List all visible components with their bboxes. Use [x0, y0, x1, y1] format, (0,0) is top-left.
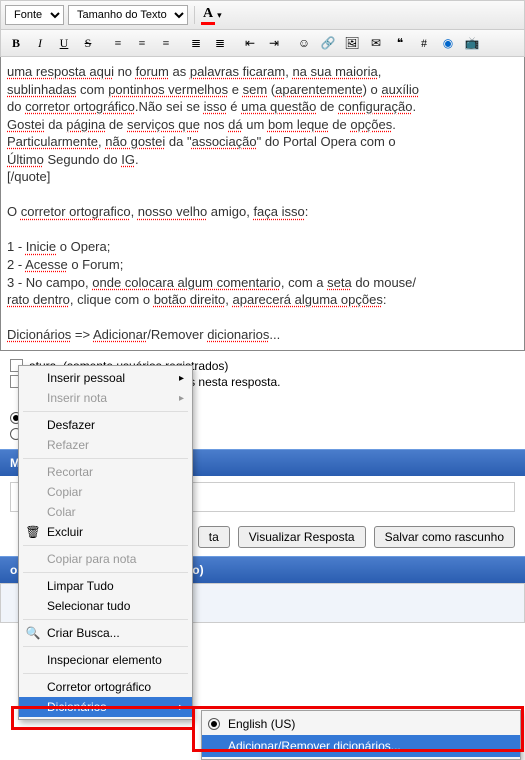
unordered-list-button[interactable]: ≣ — [211, 34, 229, 52]
tv-button[interactable]: 📺 — [463, 34, 481, 52]
menu-create-search[interactable]: 🔍Criar Busca... — [19, 623, 192, 643]
italic-button[interactable]: I — [31, 34, 49, 52]
link-button[interactable]: 🔗 — [319, 34, 337, 52]
size-select[interactable]: Tamanho do Texto — [68, 5, 188, 25]
submit-button[interactable]: ta — [198, 526, 230, 548]
selected-radio-icon — [208, 718, 220, 730]
strike-button[interactable]: S — [79, 34, 97, 52]
bold-button[interactable]: B — [7, 34, 25, 52]
menu-copy-note[interactable]: Copiar para nota — [19, 549, 192, 569]
align-left-button[interactable]: ≡ — [109, 34, 127, 52]
menu-delete[interactable]: 🗑Excluir — [19, 522, 192, 542]
context-menu: Inserir pessoal▸ Inserir nota▸ Desfazer … — [18, 365, 193, 720]
font-select[interactable]: Fonte — [5, 5, 64, 25]
menu-redo[interactable]: Refazer — [19, 435, 192, 455]
menu-spellcheck[interactable]: Corretor ortográfico — [19, 677, 192, 697]
code-button[interactable]: # — [415, 34, 433, 52]
indent-button[interactable]: ⇥ — [265, 34, 283, 52]
menu-paste[interactable]: Colar — [19, 502, 192, 522]
underline-button[interactable]: U — [55, 34, 73, 52]
draft-button[interactable]: Salvar como rascunho — [374, 526, 515, 548]
preview-button[interactable]: Visualizar Resposta — [238, 526, 366, 548]
trash-icon: 🗑 — [25, 525, 41, 539]
submenu-arrow-icon: ▸ — [179, 702, 184, 713]
smiley-button[interactable]: ☺ — [295, 34, 313, 52]
menu-undo[interactable]: Desfazer — [19, 415, 192, 435]
media-button[interactable]: ◉ — [439, 34, 457, 52]
menu-inspect-element[interactable]: Inspecionar elemento — [19, 650, 192, 670]
font-toolbar: Fonte Tamanho do Texto A▾ — [0, 0, 525, 30]
submenu-arrow-icon: ▸ — [179, 373, 184, 384]
menu-dictionaries[interactable]: Dicionários▸ — [19, 697, 192, 717]
submenu-arrow-icon: ▸ — [179, 393, 184, 404]
menu-clear-all[interactable]: Limpar Tudo — [19, 576, 192, 596]
submenu-english-us[interactable]: English (US) — [202, 713, 520, 735]
ordered-list-button[interactable]: ≣ — [187, 34, 205, 52]
menu-select-all[interactable]: Selecionar tudo — [19, 596, 192, 616]
align-center-button[interactable]: ≡ — [133, 34, 151, 52]
format-toolbar: B I U S ≡ ≡ ≡ ≣ ≣ ⇤ ⇥ ☺ 🔗 🖼 ✉ ❝ # ◉ 📺 — [0, 30, 525, 57]
image-button[interactable]: 🖼 — [343, 34, 361, 52]
font-color-picker[interactable]: A▾ — [201, 6, 222, 25]
menu-cut[interactable]: Recortar — [19, 462, 192, 482]
outdent-button[interactable]: ⇤ — [241, 34, 259, 52]
align-right-button[interactable]: ≡ — [157, 34, 175, 52]
menu-insert-personal[interactable]: Inserir pessoal▸ — [19, 368, 192, 388]
search-icon: 🔍 — [25, 626, 41, 640]
menu-insert-note[interactable]: Inserir nota▸ — [19, 388, 192, 408]
dictionaries-submenu: English (US) Adicionar/Remover dicionári… — [201, 710, 521, 760]
menu-copy[interactable]: Copiar — [19, 482, 192, 502]
quote-button[interactable]: ❝ — [391, 34, 409, 52]
editor-textarea[interactable]: uma resposta aqui no forum as palavras f… — [0, 57, 525, 351]
email-button[interactable]: ✉ — [367, 34, 385, 52]
